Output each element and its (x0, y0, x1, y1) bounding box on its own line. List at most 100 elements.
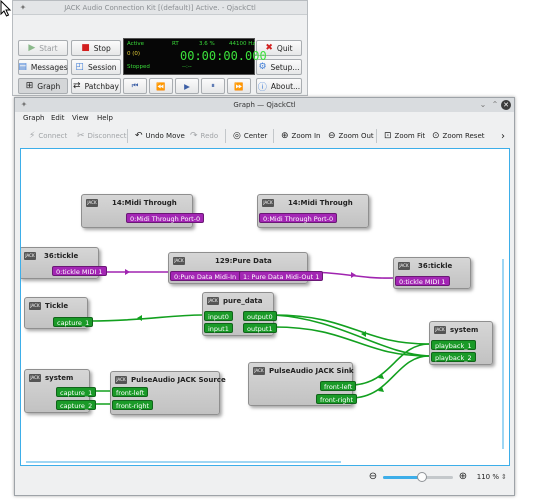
toolbar-separator (127, 129, 128, 143)
play-button[interactable]: ▶ (175, 78, 199, 94)
redo-icon: ↷ (190, 131, 198, 141)
midi-input-port[interactable]: 0:Pure Data Midi-In 1 (170, 271, 247, 281)
session-button[interactable]: ◰ Session (71, 59, 121, 75)
node-title: 36:tickle (418, 262, 453, 270)
node-title: 36:tickle (44, 252, 79, 260)
redo-button[interactable]: ↷ Redo (190, 129, 218, 143)
wire-arrow-icon (137, 315, 142, 321)
zoom-reset-button[interactable]: ⊙ Zoom Reset (432, 129, 485, 143)
node-system-capture[interactable]: JACK system capture_1 capture_2 (24, 369, 97, 413)
node-pure-data[interactable]: JACK pure_data input0 input1 output0 out… (202, 292, 277, 336)
status-display: Active RT 3.6 % 44100 Hz 0 (0) 00:00:00.… (123, 38, 267, 75)
toolbar-separator (273, 129, 274, 143)
menu-help[interactable]: Help (97, 114, 113, 122)
connect-button[interactable]: ⚡ Connect (29, 129, 67, 143)
audio-output-port[interactable]: capture_1 (53, 317, 94, 327)
plug-icon: ⚡ (29, 131, 36, 141)
node-title: pure_data (223, 297, 263, 305)
jack-icon: JACK (262, 199, 274, 207)
audio-output-port[interactable]: output0 (243, 311, 277, 321)
node-tickle-36-source[interactable]: JACK 36:tickle 0:tickle MIDI 1 (21, 247, 107, 279)
zoom-out-button[interactable]: ⊖ Zoom Out (328, 129, 374, 143)
audio-output-port[interactable]: capture_1 (56, 387, 97, 397)
rt-indicator: RT (172, 41, 179, 47)
zoom-spin-arrows-icon[interactable]: ⇕ (501, 471, 511, 483)
node-pulseaudio-sink[interactable]: JACK PulseAudio JACK Sink front-left fro… (248, 362, 358, 406)
audio-input-port[interactable]: front-right (112, 400, 154, 410)
undo-move-button[interactable]: ↶ Undo Move (135, 129, 185, 143)
transport-state: Stopped (127, 64, 150, 70)
disconnect-button[interactable]: ✂ Disconnect (77, 129, 126, 143)
midi-input-port[interactable]: 0:Midi Through Port-0 (259, 213, 338, 223)
menu-edit[interactable]: Edit (51, 114, 65, 122)
stop-button[interactable]: ■ Stop (71, 40, 121, 56)
node-midi-through-1[interactable]: JACK 14:Midi Through 0:Midi Through Port… (81, 194, 205, 228)
audio-wire-sinkright-to-playback2 (350, 355, 430, 399)
audio-input-port[interactable]: playback_1 (431, 340, 476, 350)
dsp-load: 3.6 % (199, 41, 215, 47)
toolbar-overflow-icon[interactable]: › (501, 129, 505, 143)
wire-arrow-icon (351, 272, 356, 278)
midi-output-port[interactable]: 0:tickle MIDI 1 (52, 266, 107, 276)
patchbay-icon: ⇄ (73, 81, 81, 91)
graph-toolbar: ⚡ Connect ✂ Disconnect ↶ Undo Move ↷ Redo ◎ C… (15, 126, 514, 146)
window-menu-icon[interactable]: ✦ (17, 2, 29, 14)
audio-wire-output0-to-playback2 (273, 314, 430, 357)
menu-graph[interactable]: Graph (23, 114, 44, 122)
stop-icon: ■ (81, 43, 90, 53)
close-icon[interactable]: ✕ (501, 100, 511, 110)
rewind-button[interactable]: ⏪ (149, 78, 173, 94)
audio-output-port[interactable]: front-right (316, 394, 358, 404)
audio-input-port[interactable]: input1 (204, 323, 233, 333)
center-button[interactable]: ◎ Center (233, 129, 267, 143)
zoom-bar: ⊖ ⊕ 110 % ⇕ (15, 466, 514, 496)
menu-view[interactable]: View (72, 114, 89, 122)
node-title: 129:Pure Data (215, 257, 272, 265)
node-pure-data-129[interactable]: JACK 129:Pure Data 0:Pure Data Midi-In 1… (168, 252, 324, 284)
zoom-percentage: 110 % (476, 473, 499, 481)
audio-output-port[interactable]: capture_2 (56, 400, 97, 410)
patchbay-button[interactable]: ⇄ Patchbay (71, 78, 121, 94)
graph-canvas[interactable]: JACK 14:Midi Through 0:Midi Through Port… (20, 148, 510, 466)
audio-input-port[interactable]: playback_2 (431, 352, 476, 362)
graph-button[interactable]: ⊞ Graph (18, 78, 68, 94)
midi-input-port[interactable]: 0:tickle MIDI 1 (395, 276, 450, 286)
audio-input-port[interactable]: front-left (112, 387, 149, 397)
node-midi-through-2[interactable]: JACK 14:Midi Through 0:Midi Through Port… (257, 194, 369, 228)
transport-extra: --:-- (182, 64, 192, 70)
rewind-start-button[interactable]: ⏮ (123, 78, 147, 94)
qjackctl-main-window: JACK Audio Connection Kit [(default)] Ac… (12, 0, 308, 96)
start-button[interactable]: ▶ Start (18, 40, 68, 56)
zoom-fit-button[interactable]: ⊡ Zoom Fit (384, 129, 425, 143)
midi-output-port[interactable]: 1: Pure Data Midi-Out 1 (239, 271, 324, 281)
about-button[interactable]: ⓘ About... (256, 78, 302, 94)
audio-input-port[interactable]: input0 (204, 311, 233, 321)
maximize-icon[interactable]: ⌃ (489, 99, 501, 111)
node-system-playback[interactable]: JACK system playback_1 playback_2 (429, 321, 493, 365)
jack-icon: JACK (173, 257, 185, 265)
audio-output-port[interactable]: output1 (243, 323, 277, 333)
graph-window-title: Graph — QjackCtl (15, 98, 514, 112)
zoom-slider-handle[interactable] (416, 472, 427, 482)
minimize-icon[interactable]: ⌄ (477, 99, 489, 111)
wire-arrow-icon (125, 269, 130, 275)
messages-button[interactable]: ▤ Messages (18, 59, 68, 75)
node-title: 14:Midi Through (288, 199, 353, 207)
zoom-in-icon: ⊕ (281, 131, 289, 141)
node-tickle-36-dest[interactable]: JACK 36:tickle 0:tickle MIDI 1 (393, 257, 471, 289)
zoom-in-icon[interactable]: ⊕ (457, 471, 469, 483)
zoom-out-icon[interactable]: ⊖ (367, 471, 379, 483)
mouse-cursor-icon (0, 0, 12, 17)
node-pulseaudio-source[interactable]: JACK PulseAudio JACK Source front-left f… (110, 371, 226, 415)
midi-output-port[interactable]: 0:Midi Through Port-0 (126, 213, 205, 223)
node-tickle[interactable]: JACK Tickle capture_1 (24, 297, 94, 329)
audio-output-port[interactable]: front-left (320, 381, 357, 391)
zoom-in-button[interactable]: ⊕ Zoom In (281, 129, 320, 143)
pause-button[interactable]: ⏸ (201, 78, 225, 94)
play-icon: ▶ (28, 43, 36, 53)
forward-button[interactable]: ⏩ (227, 78, 251, 94)
fast-forward-icon: ⏩ (234, 81, 244, 91)
zoom-slider[interactable] (383, 472, 453, 482)
play-icon: ▶ (184, 81, 190, 91)
window-menu-icon[interactable]: ✦ (18, 99, 30, 111)
